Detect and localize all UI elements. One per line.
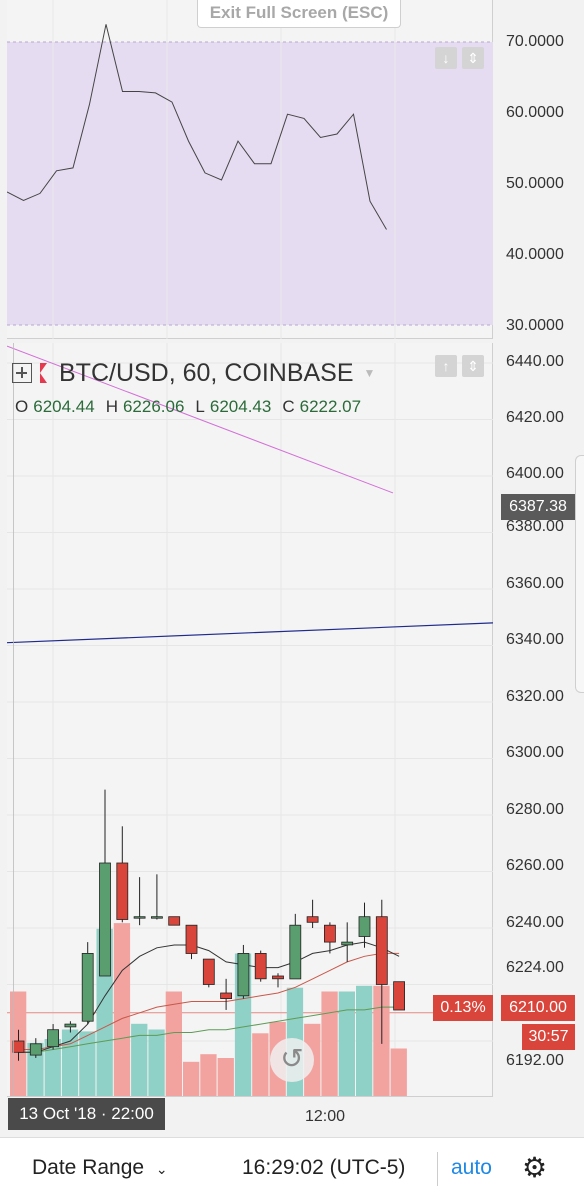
time-tick-label: 12:00: [305, 1108, 346, 1125]
candle-body: [358, 916, 371, 937]
chart-screen: ↓ ⇕ 70.0000 60.0000 50.0000 40.0000 30.0…: [0, 0, 584, 1200]
price-axis-label: 6380.00: [506, 518, 564, 535]
volume-bar: [183, 1061, 200, 1096]
date-range-button[interactable]: Date Range ⌄: [32, 1156, 168, 1180]
compare-plus-icon[interactable]: [12, 363, 32, 383]
volume-bar: [217, 1058, 234, 1096]
pane-move-down-icon[interactable]: ↓: [435, 47, 457, 69]
candle-body: [64, 1023, 77, 1028]
price-axis-label: 6192.00: [506, 1052, 564, 1069]
scroll-handle[interactable]: [575, 455, 584, 693]
auto-scale-toggle[interactable]: auto: [451, 1156, 492, 1180]
toolbar-divider: [437, 1152, 438, 1186]
candle-body: [29, 1043, 42, 1056]
candle-body: [272, 975, 284, 980]
price-axis-label: 6340.00: [506, 631, 564, 648]
volume-bar: [390, 1048, 407, 1096]
volume-bar: [321, 991, 338, 1096]
price-axis-label: 6300.00: [506, 744, 564, 761]
price-axis-label: 6400.00: [506, 465, 564, 482]
candle-body: [254, 953, 267, 980]
bar-countdown-tag: 30:57: [522, 1024, 575, 1050]
change-percent-tag: 0.13%: [433, 995, 493, 1021]
candle-body: [289, 924, 302, 980]
bottom-toolbar: Date Range ⌄ 16:29:02 (UTC-5) auto ⚙: [0, 1137, 584, 1200]
candle-body: [150, 916, 163, 919]
pane-collapse-icon[interactable]: ⇕: [462, 47, 484, 69]
candle-body: [99, 862, 111, 977]
candle-body: [116, 862, 129, 920]
price-axis-label: 6260.00: [506, 857, 564, 874]
price-pane[interactable]: [7, 343, 493, 1096]
rsi-axis-label: 70.0000: [506, 33, 564, 50]
exit-fullscreen-button[interactable]: Exit Full Screen (ESC): [197, 0, 401, 28]
candle-body: [133, 916, 146, 919]
candle-body: [12, 1040, 25, 1053]
pane-maximize-icon[interactable]: ⇕: [462, 355, 484, 377]
trendline-price-tag: 6387.38: [501, 494, 575, 520]
candle-body: [306, 916, 319, 923]
candle-body: [168, 916, 181, 926]
candle-body: [393, 981, 406, 1011]
candle-body: [323, 924, 336, 943]
chevron-down-icon: ⌄: [155, 1161, 168, 1177]
date-range-label: Date Range: [32, 1156, 145, 1179]
last-price-tag: 6210.00: [501, 995, 575, 1021]
symbol-title[interactable]: BTC/USD, 60, COINBASE: [59, 359, 354, 388]
candle-body: [375, 916, 388, 985]
high-value: 6226.06: [122, 397, 185, 416]
low-label: L: [195, 397, 205, 416]
pane-move-up-icon[interactable]: ↑: [435, 355, 457, 377]
volume-bar: [148, 1029, 165, 1096]
price-axis-label: 6224.00: [506, 959, 564, 976]
price-axis-label: 6280.00: [506, 801, 564, 818]
rsi-axis-label: 30.0000: [506, 317, 564, 334]
reset-chart-icon[interactable]: ↺: [270, 1038, 314, 1082]
high-label: H: [105, 397, 118, 416]
rsi-band: [7, 42, 493, 325]
candle-body: [202, 958, 215, 985]
volume-bar: [61, 1029, 79, 1096]
price-axis-label: 6360.00: [506, 575, 564, 592]
price-axis-label: 6320.00: [506, 688, 564, 705]
volume-bar: [200, 1054, 217, 1096]
time-cursor-label: 13 Oct '18 · 22:00: [8, 1098, 165, 1130]
rsi-axis-label: 40.0000: [506, 246, 564, 263]
price-axis-label: 6440.00: [506, 353, 564, 370]
clock-time[interactable]: 16:29:02 (UTC-5): [242, 1156, 405, 1180]
volume-bar: [79, 1031, 96, 1096]
close-label: C: [282, 397, 295, 416]
volume-bar: [113, 923, 131, 1096]
rsi-axis-label: 50.0000: [506, 175, 564, 192]
open-value: 6204.44: [33, 397, 95, 416]
navy-trendline: [7, 622, 493, 644]
volume-bar: [131, 1023, 148, 1096]
close-value: 6222.07: [299, 397, 362, 416]
flag-icon[interactable]: [40, 363, 47, 383]
price-chart: [7, 343, 493, 1096]
volume-bar: [338, 991, 355, 1096]
rsi-chart: [7, 0, 493, 339]
symbol-header: BTC/USD, 60, COINBASE ▼: [12, 358, 375, 388]
candle-body: [47, 1029, 59, 1048]
price-axis-label: 6420.00: [506, 409, 564, 426]
chevron-down-icon[interactable]: ▼: [364, 366, 376, 380]
gear-icon[interactable]: ⚙: [522, 1151, 547, 1184]
candle-body: [81, 953, 94, 1022]
ohlc-legend: O 6204.44 H 6226.06 L 6204.43 C 6222.07: [15, 397, 367, 417]
volume-bar: [252, 1033, 269, 1096]
open-label: O: [15, 397, 29, 416]
low-value: 6204.43: [209, 397, 272, 416]
indicator-pane[interactable]: [7, 0, 493, 339]
volume-bar: [356, 985, 373, 1096]
price-axis-label: 6240.00: [506, 914, 564, 931]
candle-body: [185, 924, 198, 954]
candle-body: [220, 992, 233, 999]
candle-body: [237, 953, 250, 997]
candle-body: [341, 941, 354, 946]
rsi-axis-label: 60.0000: [506, 104, 564, 121]
volume-bar: [165, 991, 182, 1096]
